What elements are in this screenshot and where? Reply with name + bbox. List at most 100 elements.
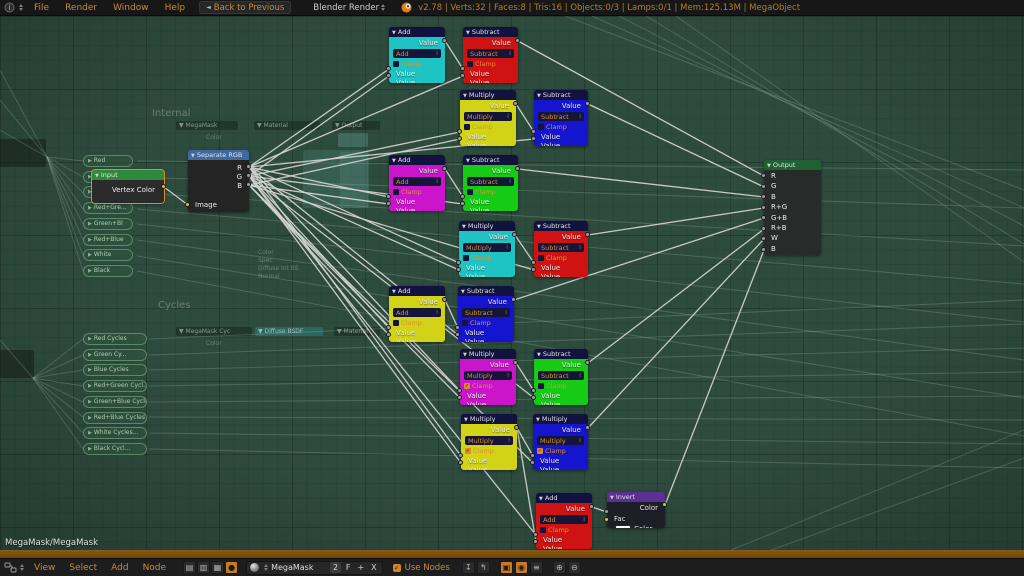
operation-dropdown[interactable]: Subtract⁞: [538, 243, 584, 252]
clamp-checkbox[interactable]: [393, 320, 399, 326]
clamp-checkbox[interactable]: [538, 124, 544, 130]
math-node-add[interactable]: ▼Add Value Add⁞ Clamp Value Value: [389, 155, 445, 211]
operation-dropdown[interactable]: Add⁞: [393, 308, 441, 317]
socket-in1[interactable]: [386, 194, 391, 199]
clamp-row[interactable]: Clamp: [393, 188, 445, 196]
parent-node-tree-button[interactable]: ↰: [477, 561, 490, 574]
clamp-checkbox[interactable]: [393, 61, 399, 67]
node-header[interactable]: ▼Subtract: [534, 349, 588, 359]
socket-in7[interactable]: [761, 247, 766, 252]
clamp-row[interactable]: ✓Clamp: [537, 447, 588, 455]
socket-in2[interactable]: [531, 136, 536, 141]
sep-node[interactable]: ▼Separate RGBRGBImage: [188, 150, 249, 212]
socket-in2[interactable]: [761, 194, 766, 199]
render-preview-toggle[interactable]: ◉: [515, 561, 528, 574]
menu-select[interactable]: Select: [69, 563, 97, 573]
texture-nodes-button[interactable]: ▦: [211, 561, 224, 574]
node-header[interactable]: ▼Add: [389, 27, 445, 37]
socket-in2[interactable]: [456, 267, 461, 272]
socket-in0[interactable]: [761, 173, 766, 178]
unlink-datablock-button[interactable]: X: [369, 563, 378, 572]
collapse-icon[interactable]: ▼: [191, 153, 195, 159]
socket-out[interactable]: [515, 38, 520, 43]
node-header[interactable]: ▼Invert: [607, 492, 665, 502]
clamp-row[interactable]: Clamp: [538, 254, 588, 262]
socket-out[interactable]: [513, 360, 518, 365]
editor-type-button[interactable]: [4, 562, 24, 573]
clamp-checkbox[interactable]: [538, 255, 544, 261]
socket-in1[interactable]: [530, 453, 535, 458]
clamp-row[interactable]: Clamp: [467, 60, 518, 68]
collapse-icon[interactable]: ▼: [536, 417, 540, 423]
socket-in1[interactable]: [533, 532, 538, 537]
socket-out[interactable]: [512, 232, 517, 237]
math-node-multiply[interactable]: ▼Multiply Value Multiply⁞ ✓Clamp Value V…: [460, 349, 516, 405]
clamp-checkbox[interactable]: [467, 189, 473, 195]
invert-node[interactable]: ▼Invert Color Fac Color: [607, 492, 665, 528]
math-node-subtract[interactable]: ▼Subtract Value Subtract⁞ Clamp Value Va…: [534, 90, 588, 146]
collapse-icon[interactable]: ▼: [392, 289, 396, 295]
collapse-icon[interactable]: ▼: [539, 496, 543, 502]
operation-dropdown[interactable]: Multiply⁞: [465, 436, 513, 445]
operation-dropdown[interactable]: Multiply⁞: [464, 371, 512, 380]
node-editor-canvas[interactable]: InternalCyclesColorColorColorSpecDiffuse…: [0, 16, 1024, 550]
editor-divider[interactable]: [0, 550, 1024, 558]
operation-dropdown[interactable]: Add⁞: [540, 515, 588, 524]
collapse-icon[interactable]: ▼: [463, 93, 467, 99]
operation-dropdown[interactable]: Subtract⁞: [538, 371, 584, 380]
socket-out[interactable]: [442, 297, 447, 302]
math-node-subtract[interactable]: ▼Subtract Value Subtract⁞ Clamp Value Va…: [463, 155, 518, 211]
socket-in2[interactable]: [530, 460, 535, 465]
collapse-icon[interactable]: ▼: [767, 163, 771, 169]
texture-sphere-button[interactable]: ●: [225, 561, 238, 574]
node-header[interactable]: ▼Subtract: [458, 286, 514, 296]
node-header[interactable]: ▼Multiply: [533, 414, 588, 424]
socket-in2[interactable]: [386, 73, 391, 78]
operation-dropdown[interactable]: Add⁞: [393, 49, 441, 58]
socket-out[interactable]: [515, 166, 520, 171]
socket-in4[interactable]: [761, 215, 766, 220]
node-header[interactable]: ▼Multiply: [461, 414, 517, 424]
menu-node[interactable]: Node: [143, 563, 167, 573]
menu-window[interactable]: Window: [113, 3, 149, 13]
menu-help[interactable]: Help: [165, 3, 186, 13]
socket-in1[interactable]: [761, 184, 766, 189]
clamp-row[interactable]: Clamp: [393, 319, 445, 327]
clamp-row[interactable]: ✓Clamp: [464, 382, 516, 390]
socket-out[interactable]: [589, 504, 594, 509]
node-header[interactable]: ▼Output: [764, 160, 821, 170]
socket-in2[interactable]: [457, 395, 462, 400]
socket-in2[interactable]: [386, 332, 391, 337]
clamp-checkbox[interactable]: ✓: [465, 448, 471, 454]
compositing-nodes-button[interactable]: ▥: [197, 561, 210, 574]
node-header[interactable]: ▼Separate RGB: [188, 150, 249, 160]
socket-in3[interactable]: [761, 205, 766, 210]
socket-in2[interactable]: [386, 201, 391, 206]
math-node-subtract[interactable]: ▼Subtract Value Subtract⁞ Clamp Value Va…: [463, 27, 518, 83]
socket-out[interactable]: [511, 297, 516, 302]
socket-out[interactable]: [514, 425, 519, 430]
node-header[interactable]: ▼Add: [536, 493, 592, 503]
zoom-out-button[interactable]: ⊖: [568, 561, 581, 574]
socket-in2[interactable]: [455, 332, 460, 337]
clamp-row[interactable]: Clamp: [538, 123, 588, 131]
socket-in2[interactable]: [531, 267, 536, 272]
math-node-subtract[interactable]: ▼Subtract Value Subtract⁞ Clamp Value Va…: [534, 349, 588, 405]
socket-R[interactable]: [246, 164, 251, 169]
math-node-subtract[interactable]: ▼Subtract Value Subtract⁞ Clamp Value Va…: [534, 221, 588, 277]
socket-in1[interactable]: [458, 453, 463, 458]
shader-nodes-button[interactable]: ▤: [183, 561, 196, 574]
node-header[interactable]: ▼Multiply: [459, 221, 515, 231]
operation-dropdown[interactable]: Multiply⁞: [464, 112, 512, 121]
socket-in6[interactable]: [761, 236, 766, 241]
math-node-multiply[interactable]: ▼Multiply Value Multiply⁞ Clamp Value Va…: [459, 221, 515, 277]
socket-in2[interactable]: [533, 539, 538, 544]
socket-in1[interactable]: [460, 194, 465, 199]
socket-in2[interactable]: [457, 136, 462, 141]
clamp-checkbox[interactable]: [467, 61, 473, 67]
node-header[interactable]: ▼Subtract: [463, 155, 518, 165]
back-to-previous-button[interactable]: ◄ Back to Previous: [199, 1, 291, 14]
operation-dropdown[interactable]: Multiply⁞: [537, 436, 584, 445]
clamp-row[interactable]: Clamp: [464, 123, 516, 131]
browse-id-icon[interactable]: [264, 564, 268, 571]
